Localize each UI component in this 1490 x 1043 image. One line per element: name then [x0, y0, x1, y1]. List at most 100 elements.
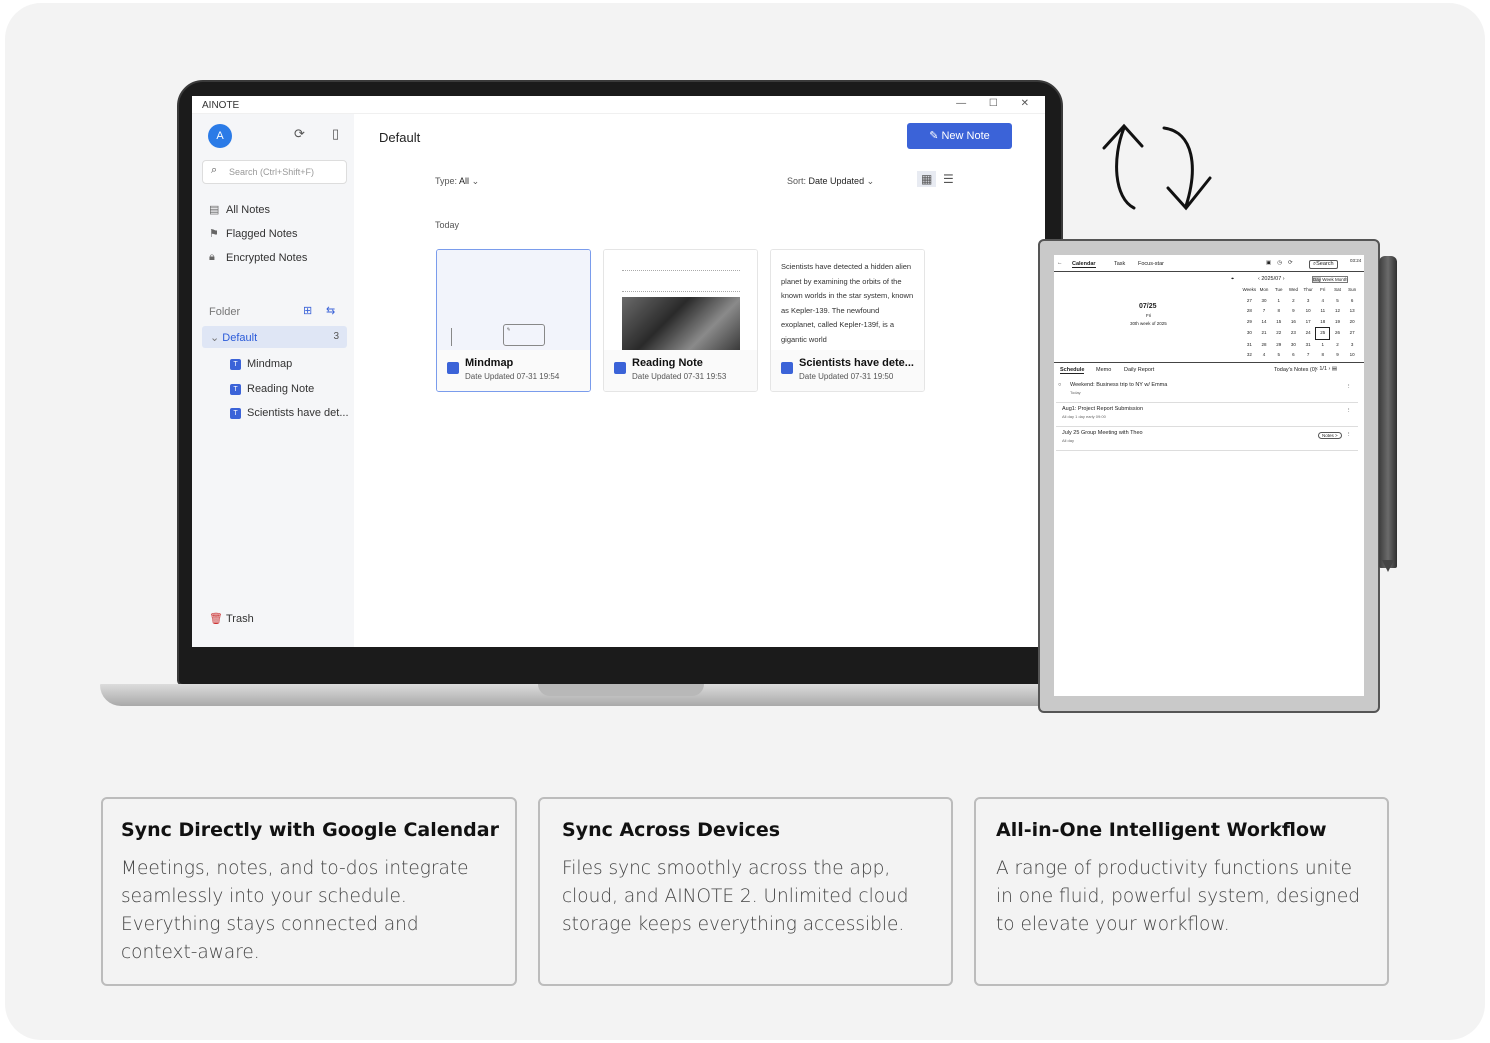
new-folder-icon[interactable]: ⊞: [303, 304, 312, 317]
note-card-scientists[interactable]: Scientists have detected a hidden alien …: [770, 249, 925, 392]
calendar-day[interactable]: 5: [1271, 350, 1286, 361]
more-icon[interactable]: ⋮: [1346, 432, 1352, 438]
divider: [1054, 271, 1364, 272]
list-view-icon[interactable]: ☰: [943, 172, 954, 186]
calendar-day[interactable]: 6: [1345, 296, 1360, 307]
calendar-day[interactable]: 30: [1286, 340, 1301, 351]
view-month[interactable]: Month: [1335, 277, 1348, 282]
note-card-mindmap[interactable]: ✎ Mindmap Date Updated 07-31 19:54: [436, 249, 591, 392]
calendar-day[interactable]: 16: [1286, 317, 1301, 328]
event-row[interactable]: ○ Weekend: Business trip to NY w/ Emma Tod…: [1056, 379, 1358, 403]
calendar-day[interactable]: 13: [1345, 306, 1360, 317]
calendar-header: Weeks Mon Tue Wed Thur Fri Sat Sun: [1242, 285, 1360, 296]
tab-calendar[interactable]: Calendar: [1072, 261, 1096, 268]
toolbar-icons[interactable]: ▣◷⟳: [1266, 260, 1299, 266]
calendar-day[interactable]: 17: [1301, 317, 1316, 328]
event-checkbox[interactable]: ○: [1058, 382, 1061, 388]
back-icon[interactable]: ←: [1057, 260, 1063, 266]
window-controls[interactable]: — ☐ ✕: [956, 98, 1039, 109]
location-icon[interactable]: ⌖: [1231, 276, 1234, 283]
mini-calendar[interactable]: Weeks Mon Tue Wed Thur Fri Sat Sun 27 30 1 2 3 4 5 6 28…: [1242, 285, 1360, 361]
note-card-reading[interactable]: Reading Note Date Updated 07-31 19:53: [603, 249, 758, 392]
calendar-day[interactable]: 19: [1330, 317, 1345, 328]
calendar-day[interactable]: 27: [1345, 328, 1360, 339]
calendar-day[interactable]: 5: [1330, 296, 1345, 307]
sidebar-note-mindmap[interactable]: T Mindmap: [230, 358, 292, 370]
view-switch[interactable]: Day Week Month: [1312, 276, 1349, 283]
calendar-day[interactable]: 4: [1315, 296, 1330, 307]
sidebar-item-all-notes[interactable]: ▤ All Notes: [209, 203, 270, 217]
sidebar-item-label: Flagged Notes: [226, 227, 298, 240]
sidebar-toggle-icon[interactable]: ▯: [332, 126, 339, 142]
calendar-day[interactable]: 15: [1271, 317, 1286, 328]
sidebar-note-scientists[interactable]: T Scientists have det...: [230, 407, 349, 419]
view-day[interactable]: Day: [1313, 277, 1322, 282]
more-icon[interactable]: ⋮: [1346, 384, 1352, 390]
sidebar-note-reading[interactable]: T Reading Note: [230, 383, 314, 395]
calendar-day[interactable]: 1: [1315, 340, 1330, 351]
calendar-day[interactable]: 7: [1301, 350, 1316, 361]
note-icon: [614, 362, 626, 374]
calendar-day[interactable]: 22: [1271, 328, 1286, 339]
tab-memo[interactable]: Memo: [1096, 367, 1111, 373]
event-row[interactable]: Aug1: Project Report Submission All day 1…: [1056, 403, 1358, 427]
tab-task[interactable]: Task: [1114, 261, 1125, 267]
calendar-day[interactable]: 2: [1286, 296, 1301, 307]
calendar-day[interactable]: 23: [1286, 328, 1301, 339]
calendar-day[interactable]: 7: [1257, 306, 1272, 317]
tab-daily-report[interactable]: Daily Report: [1124, 367, 1154, 373]
calendar-day[interactable]: 30: [1257, 296, 1272, 307]
calendar-day[interactable]: 20: [1345, 317, 1360, 328]
calendar-day[interactable]: 31: [1301, 340, 1316, 351]
calendar-day[interactable]: 10: [1301, 306, 1316, 317]
tab-schedule[interactable]: Schedule: [1060, 367, 1085, 374]
month-nav[interactable]: ‹ 2025/07 ›: [1258, 276, 1285, 282]
calendar-day[interactable]: 8: [1271, 306, 1286, 317]
type-filter[interactable]: Type: All ⌄: [435, 176, 479, 187]
calendar-day[interactable]: 4: [1257, 350, 1272, 361]
calendar-day[interactable]: 6: [1286, 350, 1301, 361]
calendar-day[interactable]: 26: [1330, 328, 1345, 339]
calendar-day[interactable]: 12: [1330, 306, 1345, 317]
sidebar-item-flagged-notes[interactable]: ⚑ Flagged Notes: [209, 227, 298, 241]
more-icon[interactable]: ⋮: [1346, 408, 1352, 414]
calendar-day[interactable]: 10: [1345, 350, 1360, 361]
calendar-day[interactable]: 18: [1315, 317, 1330, 328]
event-title: Weekend: Business trip to NY w/ Emma: [1070, 382, 1168, 388]
event-row[interactable]: July 25 Group Meeting with Theo All day No…: [1056, 427, 1358, 451]
grid-view-icon[interactable]: ▦: [917, 171, 937, 187]
calendar-day[interactable]: 9: [1286, 306, 1301, 317]
notes-badge[interactable]: Notes >: [1318, 432, 1342, 439]
card-thumbnail: Scientists have detected a hidden alien …: [771, 250, 924, 350]
folder-default[interactable]: ⌄ Default 3: [202, 326, 347, 348]
sidebar-item-encrypted-notes[interactable]: 🔒︎ Encrypted Notes: [209, 251, 307, 264]
calendar-day[interactable]: 3: [1301, 296, 1316, 307]
sort-filter[interactable]: Sort: Date Updated ⌄: [787, 176, 874, 187]
calendar-day[interactable]: 1: [1271, 296, 1286, 307]
calendar-day[interactable]: 21: [1257, 328, 1272, 339]
calendar-day[interactable]: 14: [1257, 317, 1272, 328]
feature-title: Sync Across Devices: [562, 819, 781, 841]
pager[interactable]: ‹ 1/1 › ▤: [1316, 366, 1337, 372]
calendar-day[interactable]: 8: [1315, 350, 1330, 361]
calendar-day[interactable]: 2: [1330, 340, 1345, 351]
calendar-rows[interactable]: 27 30 1 2 3 4 5 6 28 7 8 9 10 11 12 13 29 14 15 16 17 18 19 20 3…: [1242, 296, 1360, 361]
calendar-day[interactable]: 11: [1315, 306, 1330, 317]
calendar-day[interactable]: 9: [1330, 350, 1345, 361]
sidebar-item-trash[interactable]: 🗑︎ Trash: [209, 612, 254, 626]
new-note-button[interactable]: ✎ New Note: [907, 123, 1012, 149]
folder-sync-icon[interactable]: ⇆: [326, 304, 335, 317]
todays-notes[interactable]: Today's Notes (0): [1274, 367, 1317, 373]
calendar-day[interactable]: 25: [1315, 327, 1331, 340]
tablet-search-button[interactable]: ⌕Search: [1309, 260, 1338, 269]
calendar-day[interactable]: 28: [1257, 340, 1272, 351]
view-week[interactable]: Week: [1322, 277, 1333, 282]
tab-focus-star[interactable]: Focus-star: [1138, 261, 1164, 267]
card-date: Date Updated 07-31 19:53: [632, 372, 727, 381]
calendar-day[interactable]: 24: [1301, 328, 1316, 339]
calendar-day[interactable]: 3: [1345, 340, 1360, 351]
search-input[interactable]: ⌕ Search (Ctrl+Shift+F): [202, 160, 347, 184]
sync-icon[interactable]: ⟳: [294, 126, 305, 142]
avatar[interactable]: A: [208, 124, 232, 148]
calendar-day[interactable]: 29: [1271, 340, 1286, 351]
